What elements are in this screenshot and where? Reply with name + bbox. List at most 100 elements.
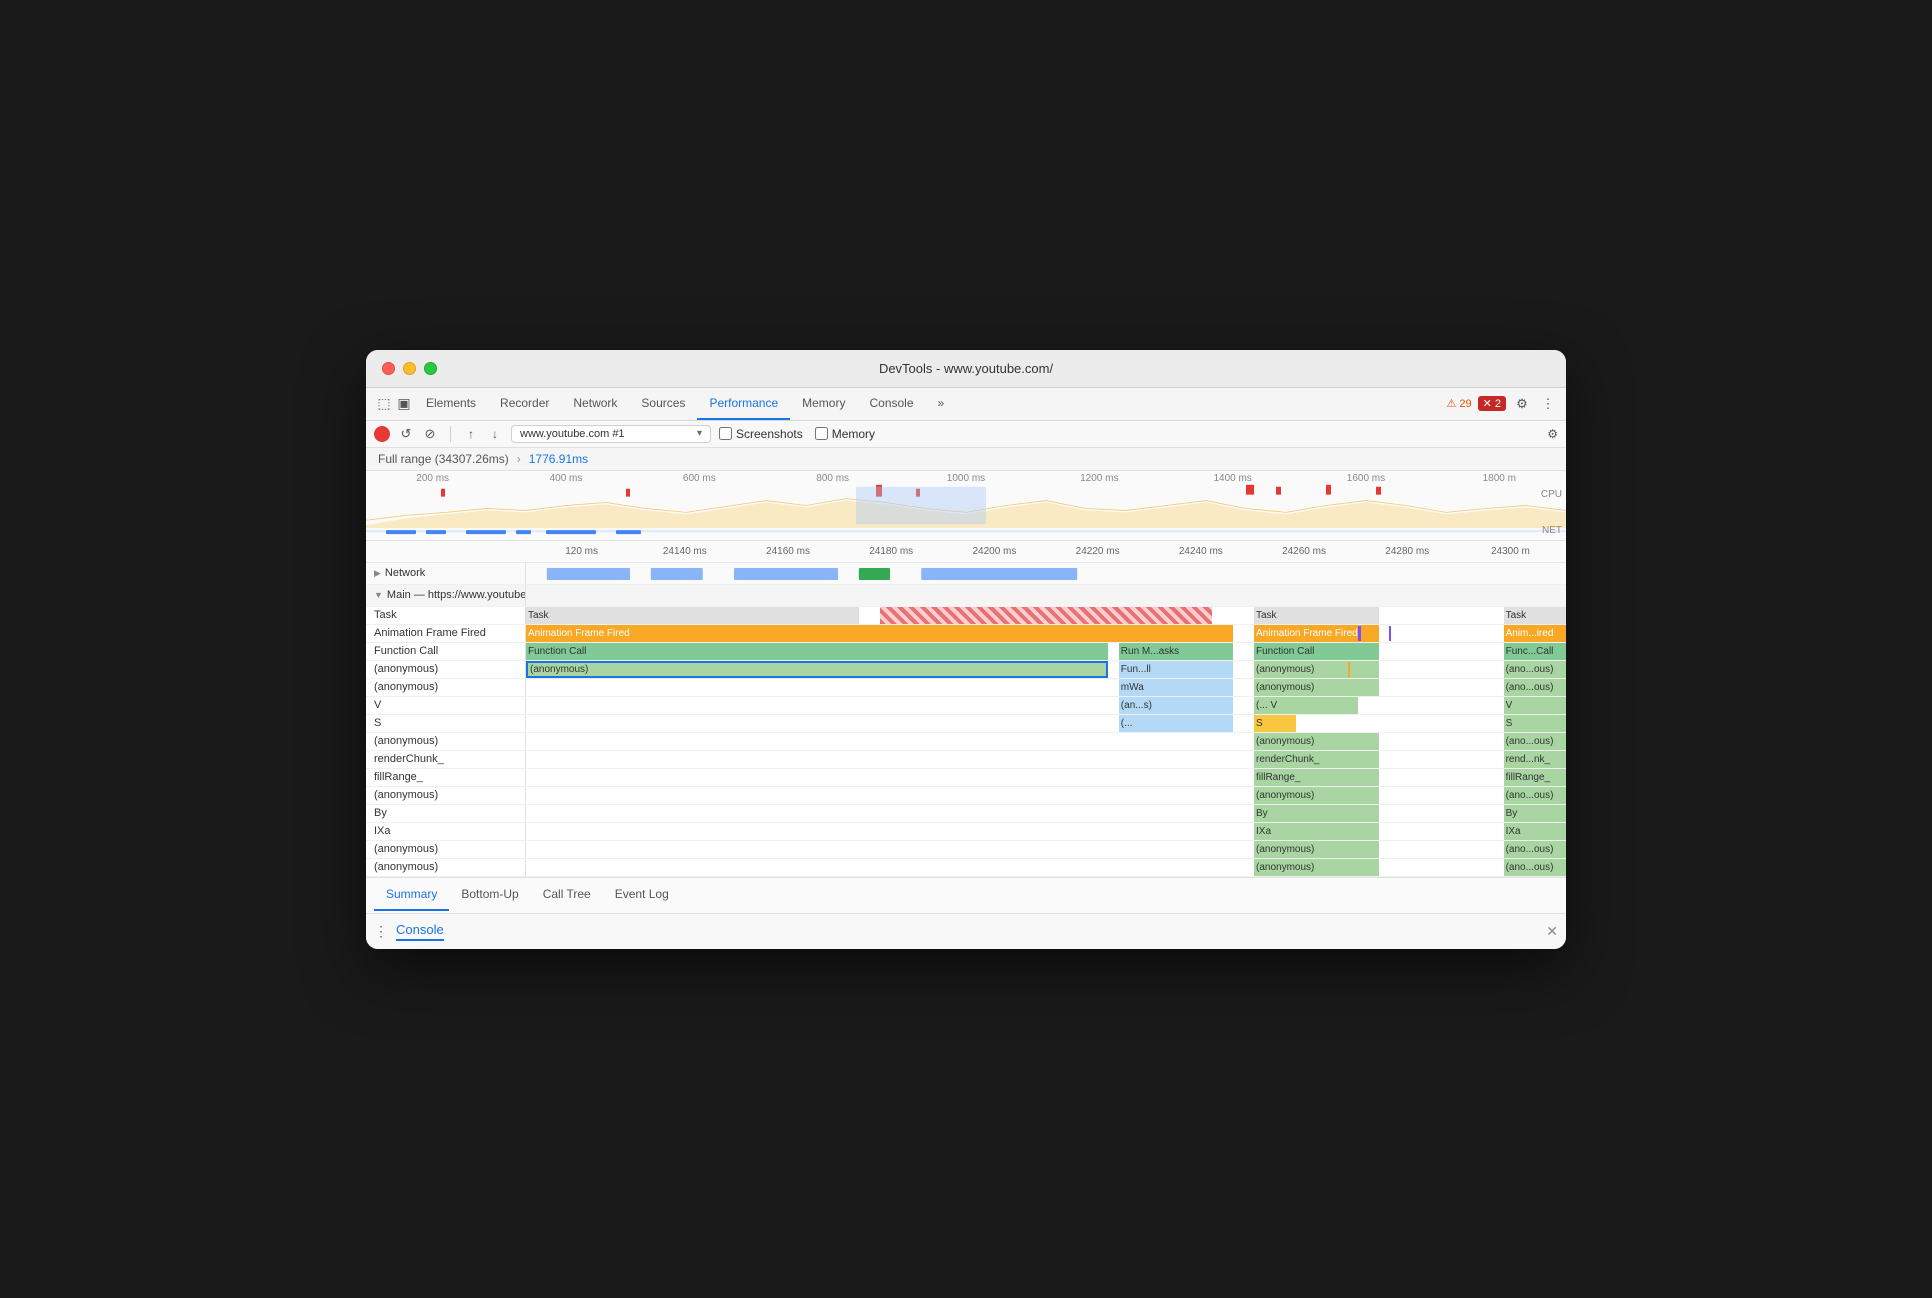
console-tab-label[interactable]: Console	[396, 922, 444, 941]
animation-track[interactable]: Animation Frame Fired Animation Frame Fi…	[526, 625, 1566, 642]
anon-r3-bar[interactable]: (anonymous)	[1254, 787, 1379, 804]
ans-bar[interactable]: (an...s)	[1119, 697, 1233, 714]
settings-icon[interactable]: ⚙	[1512, 394, 1532, 414]
capture-settings-icon[interactable]: ⚙	[1547, 427, 1558, 441]
anon-r4-bar-2[interactable]: (ano...ous)	[1504, 841, 1566, 858]
ixa-bar-1[interactable]: IXa	[1504, 823, 1566, 840]
v-track[interactable]: (an...s) (... V V	[526, 697, 1566, 714]
anon-2-bar[interactable]: (ano...ous)	[1504, 661, 1566, 678]
more-options-icon[interactable]: ⋮	[1538, 394, 1558, 414]
func-call-bar-1[interactable]: Function Call	[1254, 643, 1379, 660]
task-bar-1[interactable]: Task	[1254, 607, 1379, 624]
record-button[interactable]	[374, 426, 390, 442]
tab-performance[interactable]: Performance	[697, 388, 790, 420]
anon-r1-bar-2[interactable]: (ano...ous)	[1504, 679, 1566, 696]
anon-1-bar[interactable]: (anonymous)	[1254, 661, 1379, 678]
clear-button[interactable]: ⊘	[422, 426, 438, 442]
reload-button[interactable]: ↺	[398, 426, 414, 442]
render-bar-1[interactable]: rend...nk_	[1504, 751, 1566, 768]
tab-event-log[interactable]: Event Log	[603, 879, 681, 911]
render-bar-0[interactable]: renderChunk_	[1254, 751, 1379, 768]
memory-checkbox[interactable]: Memory	[815, 427, 875, 441]
animation-bar-0[interactable]: Animation Frame Fired	[526, 625, 1233, 642]
task-track[interactable]: Task Task Task	[526, 607, 1566, 624]
network-row: ▶ Network	[366, 563, 1566, 585]
func-call-bar-2[interactable]: Func...Call	[1504, 643, 1566, 660]
anon-1-track[interactable]: mWa (anonymous) (ano...ous)	[526, 679, 1566, 696]
main-expand-icon[interactable]: ▼	[374, 590, 383, 600]
anon-fun-bar[interactable]: Fun...ll	[1119, 661, 1233, 678]
anon-r5-bar[interactable]: (anonymous)	[1254, 859, 1379, 876]
screenshots-checkbox[interactable]: Screenshots	[719, 427, 803, 441]
s-bar-0[interactable]: S	[1254, 715, 1296, 732]
tab-console[interactable]: Console	[857, 388, 925, 420]
s-bar-1[interactable]: S	[1504, 715, 1566, 732]
detail-ruler-3: 24180 ms	[840, 546, 943, 557]
anon-r4-bar[interactable]: (anonymous)	[1254, 841, 1379, 858]
fill-bar-0[interactable]: fillRange_	[1254, 769, 1379, 786]
anon-r3-bar-2[interactable]: (ano...ous)	[1504, 787, 1566, 804]
detail-ruler-7: 24260 ms	[1252, 546, 1355, 557]
anon-selected-bar[interactable]: (anonymous)	[526, 661, 1108, 678]
task-bar-2[interactable]: Task	[1504, 607, 1566, 624]
maximize-button[interactable]	[424, 362, 437, 375]
render-track[interactable]: renderChunk_ rend...nk_	[526, 751, 1566, 768]
tab-more[interactable]: »	[926, 388, 957, 420]
tab-summary[interactable]: Summary	[374, 879, 449, 911]
anon-r2-bar[interactable]: (anonymous)	[1254, 733, 1379, 750]
by-bar-1[interactable]: By	[1504, 805, 1566, 822]
timeline-overview[interactable]: 200 ms 400 ms 600 ms 800 ms 1000 ms 1200…	[366, 471, 1566, 541]
close-button[interactable]	[382, 362, 395, 375]
anon-r2-bar-2[interactable]: (ano...ous)	[1504, 733, 1566, 750]
mwa-bar[interactable]: mWa	[1119, 679, 1233, 696]
console-more-icon[interactable]: ⋮	[374, 923, 388, 940]
anon-r5-bar-2[interactable]: (ano...ous)	[1504, 859, 1566, 876]
task-bar-0[interactable]: Task	[526, 607, 859, 624]
tab-call-tree[interactable]: Call Tree	[531, 879, 603, 911]
anon-3-track[interactable]: (anonymous) (ano...ous)	[526, 787, 1566, 804]
fill-bar-1[interactable]: fillRange_	[1504, 769, 1566, 786]
ixa-bar-0[interactable]: IXa	[1254, 823, 1379, 840]
tab-network[interactable]: Network	[561, 388, 629, 420]
anon-2-track[interactable]: (anonymous) (ano...ous)	[526, 733, 1566, 750]
anon-0-track[interactable]: (anonymous) Fun...ll (anonymous) (ano...…	[526, 661, 1566, 678]
by-bar-0[interactable]: By	[1254, 805, 1379, 822]
download-button[interactable]: ↓	[487, 426, 503, 442]
anon-r1-bar[interactable]: (anonymous)	[1254, 679, 1379, 696]
network-expand-icon[interactable]: ▶	[374, 568, 381, 579]
by-track[interactable]: By By	[526, 805, 1566, 822]
minimize-button[interactable]	[403, 362, 416, 375]
dots-bar[interactable]: (...	[1119, 715, 1233, 732]
device-icon[interactable]: ▣	[394, 394, 414, 414]
s-track[interactable]: (... S S	[526, 715, 1566, 732]
animation-bar-2[interactable]: Anim...ired	[1504, 625, 1566, 642]
url-text: www.youtube.com #1	[520, 428, 693, 440]
upload-button[interactable]: ↑	[463, 426, 479, 442]
v-bar-1[interactable]: V	[1504, 697, 1566, 714]
overview-ruler: 200 ms 400 ms 600 ms 800 ms 1000 ms 1200…	[366, 473, 1566, 487]
ixa-track[interactable]: IXa IXa	[526, 823, 1566, 840]
url-selector[interactable]: www.youtube.com #1 ▾	[511, 425, 711, 443]
fill-track[interactable]: fillRange_ fillRange_	[526, 769, 1566, 786]
tab-recorder[interactable]: Recorder	[488, 388, 561, 420]
flame-row-s: S (... S S	[366, 715, 1566, 733]
console-close-button[interactable]: ✕	[1546, 923, 1558, 940]
window-title: DevTools - www.youtube.com/	[879, 361, 1053, 376]
func-call-bar-0[interactable]: Function Call	[526, 643, 1108, 660]
anon-4-track[interactable]: (anonymous) (ano...ous)	[526, 841, 1566, 858]
inspector-icon[interactable]: ⬚	[374, 394, 394, 414]
tab-sources[interactable]: Sources	[629, 388, 697, 420]
function-track[interactable]: Function Call Run M...asks Function Call…	[526, 643, 1566, 660]
flame-row-fill: fillRange_ fillRange_ fillRange_	[366, 769, 1566, 787]
ixa-label: IXa	[366, 823, 526, 840]
tab-memory[interactable]: Memory	[790, 388, 857, 420]
anon-5-track[interactable]: (anonymous) (ano...ous)	[526, 859, 1566, 876]
warning-icon: ⚠	[1447, 397, 1457, 410]
task-bar-hatched[interactable]	[880, 607, 1213, 624]
ruler-tick-4: 1000 ms	[899, 473, 1032, 487]
tab-elements[interactable]: Elements	[414, 388, 488, 420]
func-call-bar-run[interactable]: Run M...asks	[1119, 643, 1233, 660]
tab-bottom-up[interactable]: Bottom-Up	[449, 879, 530, 911]
main-row: ▼ Main — https://www.youtube.com/	[366, 585, 1566, 607]
v-bar-0[interactable]: (... V	[1254, 697, 1358, 714]
